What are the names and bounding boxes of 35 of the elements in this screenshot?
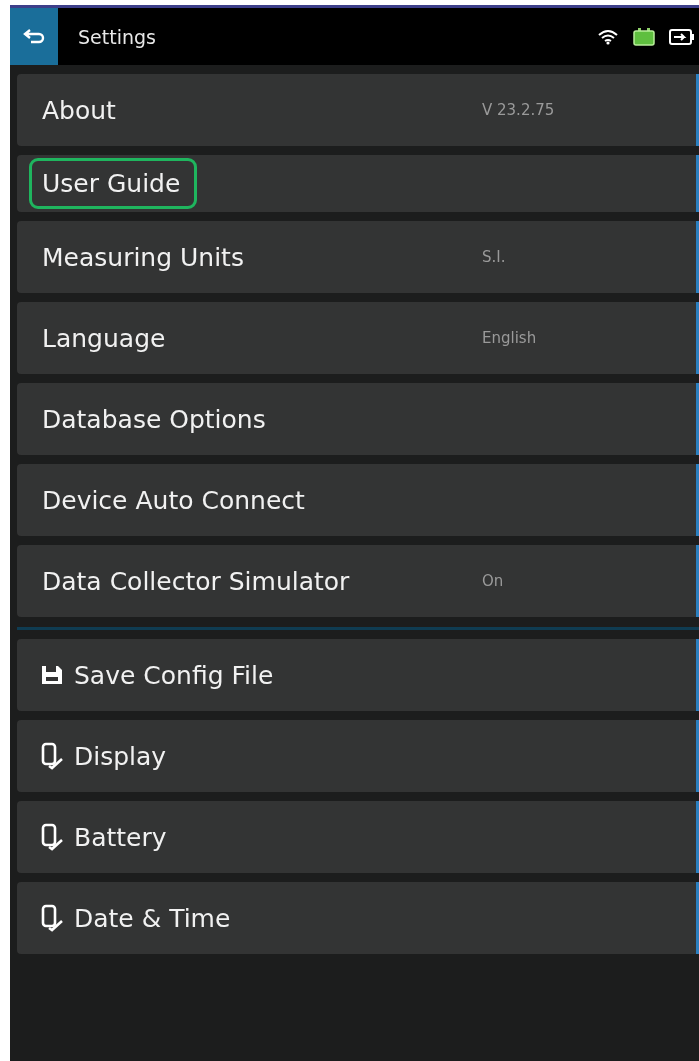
setting-label: Measuring Units [41, 241, 245, 274]
setting-label: About [41, 94, 117, 127]
phone-check-icon [39, 904, 65, 932]
settings-row[interactable]: Device Auto Connect [17, 464, 699, 536]
setting-label: Data Collector Simulator [41, 565, 351, 598]
action-row[interactable]: Battery [17, 801, 699, 873]
settings-row[interactable]: Measuring Units S.I. [17, 221, 699, 293]
back-arrow-icon [22, 27, 46, 46]
settings-row[interactable]: About V 23.2.75 [17, 74, 699, 146]
settings-row[interactable]: User Guide [17, 155, 699, 212]
screen-title: Settings [78, 25, 156, 48]
setting-value: English [482, 329, 537, 347]
phone-check-icon [39, 823, 65, 851]
action-row[interactable]: Save Config File [17, 639, 699, 711]
setting-value: On [482, 572, 504, 590]
settings-row[interactable]: Database Options [17, 383, 699, 455]
action-label: Display [73, 740, 168, 773]
setting-value: V 23.2.75 [482, 101, 555, 119]
setting-label: Database Options [41, 403, 267, 436]
setting-label: Device Auto Connect [41, 484, 306, 517]
action-label: Date & Time [73, 902, 232, 935]
action-row[interactable]: Display [17, 720, 699, 792]
settings-row[interactable]: Data Collector Simulator On [17, 545, 699, 617]
setting-label: User Guide [29, 158, 198, 209]
wifi-icon [597, 28, 619, 45]
setting-label: Language [41, 322, 167, 355]
action-row[interactable]: Date & Time [17, 882, 699, 954]
back-button[interactable] [10, 8, 58, 65]
settings-row[interactable]: Language English [17, 302, 699, 374]
action-label: Save Config File [73, 659, 275, 692]
battery-icon [633, 27, 655, 46]
action-label: Battery [73, 821, 168, 854]
setting-value: S.I. [482, 248, 506, 266]
charging-battery-icon [669, 28, 695, 45]
phone-check-icon [39, 742, 65, 770]
